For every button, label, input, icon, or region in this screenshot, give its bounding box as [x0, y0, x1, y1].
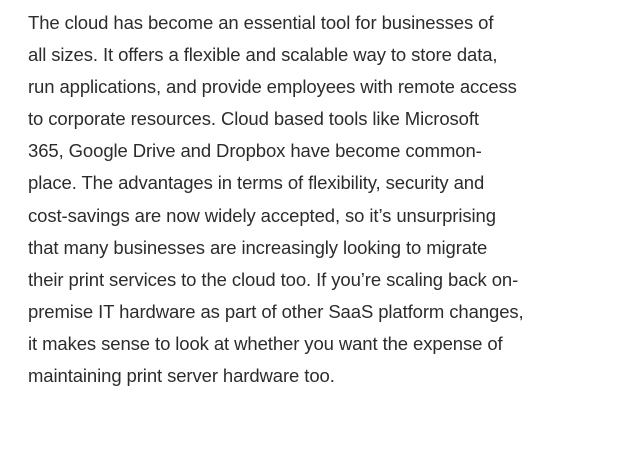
paragraph-line: premise IT hardware as part of other Saa… — [28, 300, 524, 322]
paragraph-line: their print services to the cloud too. I… — [28, 268, 519, 290]
paragraph-line: The cloud has become an essential tool f… — [28, 12, 494, 33]
paragraph-line: all sizes. It offers a flexible and scal… — [28, 44, 498, 66]
paragraph-line: maintaining print server hardware too. — [28, 365, 335, 387]
article-body: The cloud has become an essential tool f… — [0, 0, 635, 475]
paragraph-line: to corporate resources. Cloud based tool… — [28, 108, 479, 130]
paragraph-line: 365, Google Drive and Dropbox have becom… — [28, 140, 482, 162]
paragraph-line: cost-savings are now widely accepted, so… — [28, 204, 496, 226]
paragraph-line: that many businesses are increasingly lo… — [28, 236, 488, 258]
paragraph: The cloud has become an essential tool f… — [28, 7, 635, 392]
paragraph-line: run applications, and provide employees … — [28, 76, 517, 98]
paragraph-line: it makes sense to look at whether you wa… — [28, 332, 503, 354]
paragraph-line: place. The advantages in terms of flexib… — [28, 172, 485, 194]
